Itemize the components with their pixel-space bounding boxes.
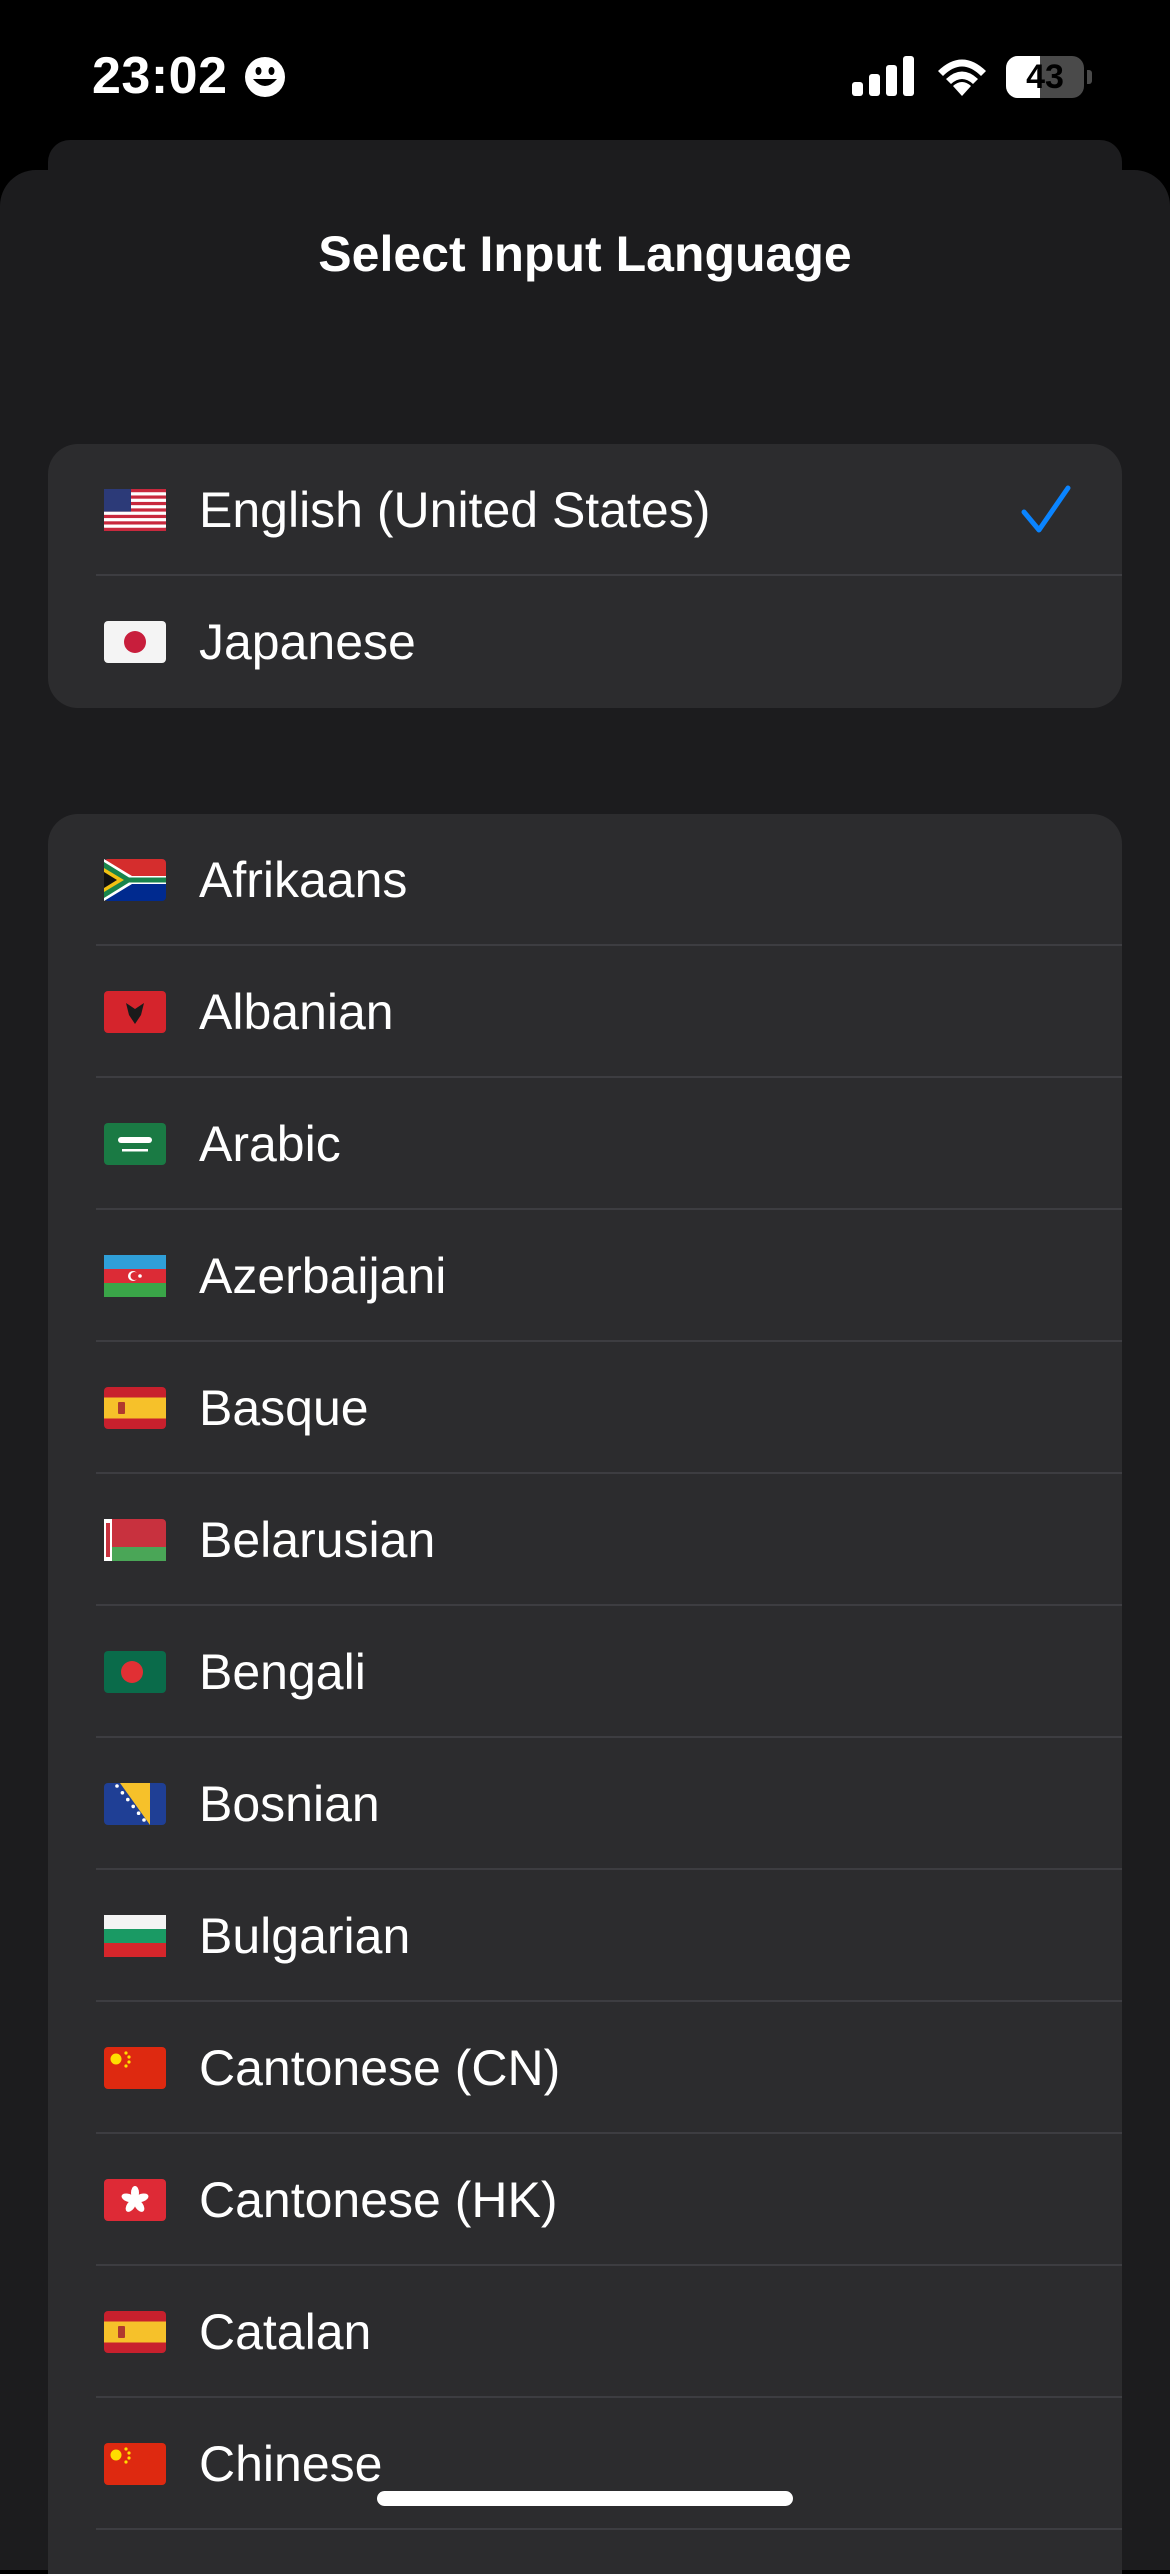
language-label: Afrikaans xyxy=(199,852,408,908)
battery-icon: 43 xyxy=(1006,56,1092,98)
al-flag-icon xyxy=(104,991,166,1033)
language-label: Bosnian xyxy=(199,1776,380,1832)
cn-flag-icon xyxy=(104,2047,166,2089)
bg-flag-icon xyxy=(104,1915,166,1957)
es-flag-icon xyxy=(104,2311,166,2353)
language-row[interactable]: Cantonese (HK) xyxy=(48,2134,1122,2266)
za-flag-icon xyxy=(104,859,166,901)
language-label: Basque xyxy=(199,1380,369,1436)
language-row[interactable]: Arabic xyxy=(48,1078,1122,1210)
cn-flag-icon xyxy=(104,2443,166,2485)
ba-flag-icon xyxy=(104,1783,166,1825)
jp-flag-icon xyxy=(104,621,166,663)
wifi-icon xyxy=(938,59,986,96)
language-row[interactable]: Bosnian xyxy=(48,1738,1122,1870)
selected-languages-list: English (United States) Japanese xyxy=(48,444,1122,708)
language-label: Chinese xyxy=(199,2436,383,2492)
hk-flag-icon xyxy=(104,2179,166,2221)
language-row[interactable]: Catalan xyxy=(48,2266,1122,2398)
battery-percentage: 43 xyxy=(1026,58,1064,96)
battery-cap xyxy=(1087,70,1092,84)
sheet-title: Select Input Language xyxy=(318,226,852,282)
language-row[interactable]: Albanian xyxy=(48,946,1122,1078)
language-label: Catalan xyxy=(199,2304,372,2360)
home-indicator[interactable] xyxy=(377,2491,793,2506)
language-row[interactable]: English (United States) xyxy=(48,444,1122,576)
language-label: Bengali xyxy=(199,1644,366,1700)
language-label: Azerbaijani xyxy=(199,1248,447,1304)
sa-flag-icon xyxy=(104,1123,166,1165)
row-divider xyxy=(96,2528,1122,2530)
language-label: Bulgarian xyxy=(199,1908,411,1964)
checkmark-icon xyxy=(1021,485,1071,533)
language-row[interactable]: Basque xyxy=(48,1342,1122,1474)
language-label: Arabic xyxy=(199,1116,341,1172)
language-label: Cantonese (HK) xyxy=(199,2172,558,2228)
language-row[interactable]: Japanese xyxy=(48,576,1122,708)
status-bar: 23:02 43 xyxy=(0,0,1170,150)
az-flag-icon xyxy=(104,1255,166,1297)
language-label: Belarusian xyxy=(199,1512,436,1568)
all-languages-list: Afrikaans Albanian Arabic Azerbaijani Basque… xyxy=(48,814,1122,2574)
language-label: Japanese xyxy=(199,614,416,670)
language-row[interactable]: Afrikaans xyxy=(48,814,1122,946)
es-flag-icon xyxy=(104,1387,166,1429)
language-row[interactable]: Bulgarian xyxy=(48,1870,1122,2002)
cellular-signal-icon xyxy=(852,56,914,96)
language-row[interactable]: Chinese xyxy=(48,2398,1122,2530)
us-flag-icon xyxy=(104,489,166,531)
language-label: Cantonese (CN) xyxy=(199,2040,561,2096)
by-flag-icon xyxy=(104,1519,166,1561)
status-time: 23:02 xyxy=(92,47,228,105)
language-row[interactable]: Cantonese (CN) xyxy=(48,2002,1122,2134)
language-row[interactable]: Belarusian xyxy=(48,1474,1122,1606)
battery-body: 43 xyxy=(1006,56,1084,98)
smiling-face-icon xyxy=(245,57,285,97)
language-label: Albanian xyxy=(199,984,394,1040)
language-row[interactable]: Bengali xyxy=(48,1606,1122,1738)
language-label: English (United States) xyxy=(199,482,711,538)
bd-flag-icon xyxy=(104,1651,166,1693)
language-row[interactable]: Azerbaijani xyxy=(48,1210,1122,1342)
